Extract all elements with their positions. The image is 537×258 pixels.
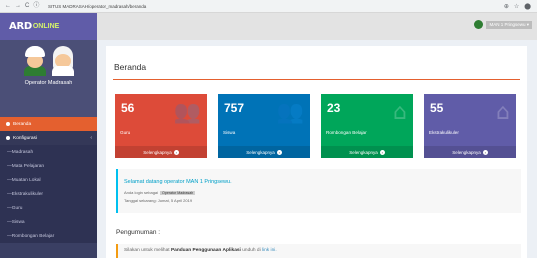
user-name: MAN 1 Pringsewu ▾ bbox=[486, 20, 532, 29]
gear-icon bbox=[6, 136, 10, 140]
arrow-circle-icon: › bbox=[379, 149, 385, 155]
dashboard-icon bbox=[6, 122, 10, 126]
download-link[interactable]: link ini. bbox=[262, 248, 277, 253]
more-info-link[interactable]: Selengkapnya › bbox=[424, 146, 516, 158]
sidebar-profile: Operator Madrasah bbox=[0, 40, 97, 117]
reload-icon[interactable]: C bbox=[25, 3, 29, 9]
sidebar: Operator Madrasah Beranda Konfigurasi ‹ … bbox=[0, 40, 97, 258]
bookmark-star-icon[interactable]: ☆ bbox=[514, 3, 519, 10]
page-title: Beranda bbox=[114, 62, 147, 72]
stat-label: Guru bbox=[120, 130, 131, 135]
boy-avatar-icon bbox=[23, 46, 47, 76]
sidebar-subitem-siswa[interactable]: — Siswa bbox=[0, 215, 97, 229]
sidebar-subitem-ekstrakulikuler[interactable]: — Ekstrakulikuler bbox=[0, 187, 97, 201]
user-avatar-icon bbox=[474, 20, 484, 29]
stat-box-rombongan-belajar: 23 Rombongan Belajar ⌂ Selengkapnya › bbox=[321, 94, 413, 158]
users-icon: 👥 bbox=[173, 100, 201, 125]
account-icon[interactable]: ⬤ bbox=[524, 3, 531, 10]
more-info-link[interactable]: Selengkapnya › bbox=[321, 146, 413, 158]
current-date: Tanggal sekarang: Jumat, 5 April 2019 bbox=[124, 198, 193, 203]
stat-value: 55 bbox=[430, 101, 444, 115]
stat-label: Ekstrakulikuler bbox=[429, 130, 459, 135]
girl-avatar-icon bbox=[51, 46, 75, 76]
sidebar-item-beranda[interactable]: Beranda bbox=[0, 117, 97, 131]
zoom-icon[interactable]: ⊕ bbox=[504, 3, 509, 10]
logo-sub-text: ONLINE bbox=[32, 23, 60, 30]
sidebar-item-konfigurasi[interactable]: Konfigurasi ‹ bbox=[0, 131, 97, 145]
home-icon: ⌂ bbox=[496, 100, 510, 125]
stat-value: 757 bbox=[224, 101, 245, 115]
main-content: Beranda 56 Guru 👥 Selengkapnya › 757 Sisw… bbox=[97, 40, 537, 258]
profile-name: Operator Madrasah bbox=[24, 80, 73, 86]
stat-box-guru: 56 Guru 👥 Selengkapnya › bbox=[115, 94, 207, 158]
more-info-link[interactable]: Selengkapnya › bbox=[218, 146, 310, 158]
sidebar-subitem-muatan-lokal[interactable]: — Muatan Lokal bbox=[0, 173, 97, 187]
stat-label: Rombongan Belajar bbox=[326, 130, 367, 135]
sidebar-subitem-mata-pelajaran[interactable]: — Mata Pelajaran bbox=[0, 159, 97, 173]
announcement-title: Pengumuman : bbox=[116, 229, 161, 236]
sidebar-subitem-rombongan-belajar[interactable]: — Rombongan Belajar bbox=[0, 229, 97, 243]
address-bar[interactable]: SITUS MADRASAH/operator_madrasah/beranda bbox=[48, 4, 504, 9]
sidebar-subitem-guru[interactable]: — Guru bbox=[0, 201, 97, 215]
login-info: Anda login sebagai Operator Madrasah bbox=[124, 190, 196, 195]
content-panel: Beranda 56 Guru 👥 Selengkapnya › 757 Sisw… bbox=[106, 46, 527, 258]
welcome-heading: Selamat datang operator MAN 1 Pringsewu. bbox=[124, 179, 232, 185]
stat-label: Siswa bbox=[223, 130, 236, 135]
home-icon: ⌂ bbox=[393, 100, 407, 125]
welcome-callout: Selamat datang operator MAN 1 Pringsewu.… bbox=[116, 169, 521, 213]
sidebar-item-label: Beranda bbox=[13, 121, 32, 127]
app-logo[interactable]: ARD ONLINE bbox=[0, 13, 97, 40]
browser-toolbar: ← → C ⓘ SITUS MADRASAH/operator_madrasah… bbox=[0, 0, 537, 13]
arrow-circle-icon: › bbox=[173, 149, 179, 155]
announcement-callout: Silakan untuk melihat Panduan Penggunaan… bbox=[116, 244, 521, 258]
stat-box-ekstrakulikuler: 55 Ekstrakulikuler ⌂ Selengkapnya › bbox=[424, 94, 516, 158]
chevron-icon: ‹ bbox=[90, 135, 92, 141]
logo-main-text: ARD bbox=[9, 21, 32, 32]
stat-box-siswa: 757 Siswa 👥 Selengkapnya › bbox=[218, 94, 310, 158]
sidebar-item-label: Konfigurasi bbox=[13, 135, 37, 141]
stat-value: 23 bbox=[327, 101, 341, 115]
sidebar-subitem-madrasah[interactable]: — Madrasah bbox=[0, 145, 97, 159]
users-icon: 👥 bbox=[276, 100, 304, 125]
more-info-link[interactable]: Selengkapnya › bbox=[115, 146, 207, 158]
back-icon[interactable]: ← bbox=[5, 3, 11, 9]
user-menu[interactable]: MAN 1 Pringsewu ▾ bbox=[474, 20, 532, 29]
profile-avatar bbox=[23, 46, 75, 76]
role-badge: Operator Madrasah bbox=[160, 190, 196, 195]
app-header: ARD ONLINE MAN 1 Pringsewu ▾ bbox=[0, 13, 537, 40]
stat-value: 56 bbox=[121, 101, 135, 115]
arrow-circle-icon: › bbox=[482, 149, 488, 155]
arrow-circle-icon: › bbox=[276, 149, 282, 155]
site-info-icon[interactable]: ⓘ bbox=[33, 3, 39, 9]
title-divider bbox=[113, 79, 520, 80]
forward-icon[interactable]: → bbox=[15, 3, 21, 9]
announcement-text: Silakan untuk melihat Panduan Penggunaan… bbox=[124, 248, 277, 253]
